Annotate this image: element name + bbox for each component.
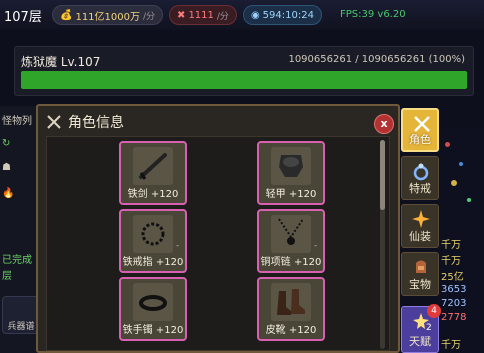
boss-icon: ☗ [2,162,11,173]
stat-3: 25亿 [441,272,464,283]
crossed-swords-icon [47,115,61,129]
equipment-grid: 铁剑 +120 轻甲 +120 - 铁戒指 +120 - 铜项链 +120 铁手… [46,136,390,351]
fire-icon: 🔥 [2,188,15,199]
armor-icon [271,147,311,185]
talent-badge-secondary: 2 [426,323,432,333]
equip-label: 铁戒指 +120 [122,257,184,268]
tab-immortal-gear[interactable]: 仙装 [401,204,439,248]
stat-4: 3653 [441,284,467,295]
equip-label: 轻甲 +120 [265,189,317,200]
floor-level: 107层 [4,9,42,25]
attack-rate-pill: ✖ 1111 /分 [169,5,237,25]
equip-slot-ring[interactable]: - 铁戒指 +120 [119,209,187,273]
tab-label: 特戒 [409,182,431,195]
equip-label: 皮靴 +120 [265,325,317,336]
boss-name: 炼狱魔 Lv.107 [21,55,101,69]
top-status-bar: 107层 💰 111亿1000万 /分 ✖ 1111 /分 ◉ 594:10:2… [0,0,484,30]
tab-label: 角色 [409,133,431,146]
stat-1: 千万 [441,240,461,251]
fps-version: FPS:39 v6.20 [340,9,406,20]
stat-6: 2778 [441,312,467,323]
gold-rate-unit: /分 [143,11,156,22]
dialog-title: 角色信息 [68,115,124,131]
completed-label: 已完成 [2,255,32,266]
boss-hp-fill [21,71,467,89]
tab-special-ring[interactable]: 特戒 [401,156,439,200]
right-side-stats: 千万 千万 25亿 3653 7203 2778 千万 [437,128,484,353]
equip-label: 铁剑 +120 [127,189,179,200]
tab-treasure[interactable]: 宝物 [401,252,439,296]
tab-label: 仙装 [409,230,431,243]
floor-suffix: 层 [2,271,12,282]
ring-icon [133,215,173,253]
dialog-header: 角色信息 [46,112,124,132]
attack-rate-value: 1111 [188,9,214,21]
necklace-marker: - [314,241,317,250]
stat-2: 千万 [441,256,461,267]
monster-list-tab[interactable]: 怪物列 [2,112,32,127]
boots-icon [271,283,311,321]
tab-character[interactable]: 角色 [401,108,439,152]
special-ring-icon [413,163,429,181]
stat-5: 7203 [441,298,467,309]
equip-slot-bracelet[interactable]: 铁手镯 +120 [119,277,187,341]
bracelet-icon [133,283,173,321]
clock-icon: ◉ [250,9,260,21]
equip-label: 铜项链 +120 [260,257,322,268]
swords-icon: ✖ [177,9,186,21]
time-pill: ◉ 594:10:24 [242,5,322,25]
dialog-scrollbar[interactable] [380,140,385,349]
play-time: 594:10:24 [262,9,314,21]
equip-label: 铁手镯 +120 [122,325,184,336]
equip-slot-necklace[interactable]: - 铜项链 +120 [257,209,325,273]
refresh-icon[interactable]: ↻ [2,138,10,149]
gold-rate-pill: 💰 111亿1000万 /分 [52,5,164,25]
equip-slot-weapon[interactable]: 铁剑 +120 [119,141,187,205]
sword-icon [133,147,173,185]
ring-marker: - [176,241,179,250]
equip-slot-boots[interactable]: 皮靴 +120 [257,277,325,341]
close-button[interactable]: x [374,114,394,134]
gold-rate-value: 111亿1000万 [75,11,140,23]
treasure-icon [416,260,426,273]
boss-hp-text: 1090656261 / 1090656261 (100%) [288,54,465,65]
scrollbar-thumb[interactable] [380,140,385,210]
character-info-dialog: 角色信息 x 铁剑 +120 轻甲 +120 - 铁戒指 +120 - 铜项链 … [36,104,400,353]
equip-slot-armor[interactable]: 轻甲 +120 [257,141,325,205]
tab-talent[interactable]: 4 2 天赋 [401,304,441,353]
gold-icon: 💰 [60,9,73,21]
weapon-book-label: 兵器谱 [7,322,35,332]
stat-7: 千万 [441,340,461,351]
tab-label: 宝物 [409,278,431,291]
necklace-icon [271,215,311,253]
boss-hp-panel: 炼狱魔 Lv.107 1090656261 / 1090656261 (100%… [14,46,474,96]
spark-icon [412,210,430,228]
talent-badge: 4 [427,304,441,318]
weapon-book-button[interactable]: 兵器谱 [2,296,40,334]
boss-hp-track [21,71,467,89]
tab-label: 天赋 [409,335,431,348]
attack-rate-unit: /分 [216,11,229,22]
